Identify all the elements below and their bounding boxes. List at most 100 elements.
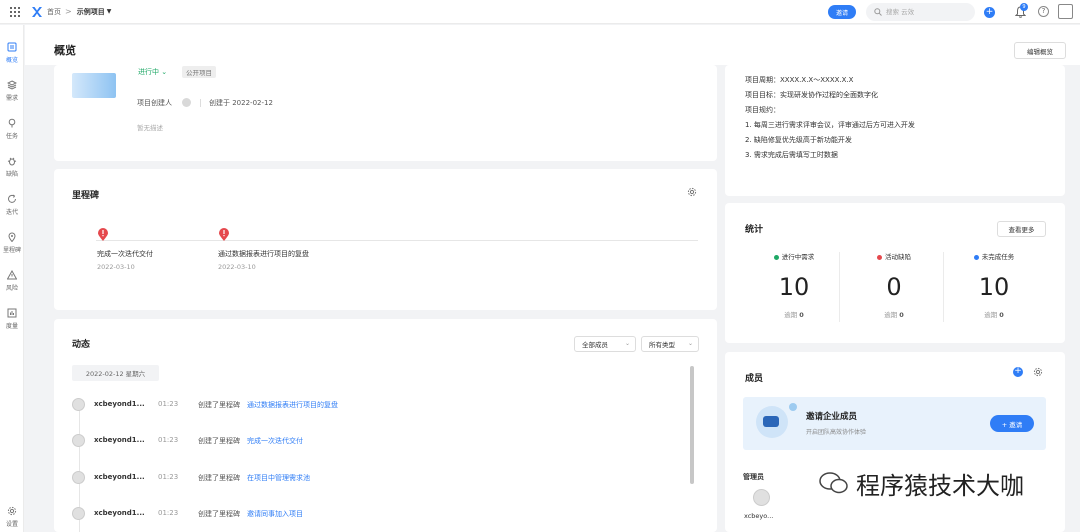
sidebar-item-label: 迭代 [5, 209, 18, 216]
activity-verb: 创建了里程碑 [198, 474, 240, 482]
invite-panel: 邀请企业成员 开启团队高效协作体验 + 邀请 [743, 397, 1046, 450]
admin-avatar[interactable] [753, 489, 770, 506]
chevron-down-icon[interactable]: ▼ [107, 8, 112, 15]
requirement-icon [773, 254, 779, 260]
divider [200, 99, 201, 107]
create-plus-icon[interactable]: + [984, 7, 995, 18]
activity-verb: 创建了里程碑 [198, 437, 240, 445]
activity-row: xcbeyond1... 01:23 创建了里程碑 在项目中管理需求池 [72, 471, 672, 485]
milestone-track [96, 240, 698, 241]
activity-user[interactable]: xcbeyond1... [94, 436, 145, 444]
chevron-down-icon: ⌄ [624, 340, 630, 347]
logo-icon[interactable] [31, 6, 43, 18]
activity-target-link[interactable]: 邀请同事加入项目 [247, 509, 303, 519]
user-avatar[interactable] [1058, 4, 1073, 19]
members-card: 成员 + 邀请企业成员 开启团队高效协作体验 + 邀请 管理员 xcbeyo..… [725, 352, 1065, 532]
stat-requirements[interactable]: 进行中需求 10 逾期 0 [738, 251, 850, 326]
member-filter-label: 全部成员 [582, 341, 608, 349]
stat-label: 未完成任务 [981, 253, 1015, 261]
milestone-name[interactable]: 完成一次迭代交付 [97, 249, 153, 259]
breadcrumb-home[interactable]: 首页 [47, 7, 61, 17]
scrollbar[interactable] [690, 366, 694, 484]
page-header [25, 25, 1080, 65]
gear-icon[interactable] [1033, 367, 1043, 377]
sidebar-item-risks[interactable]: 风险 [0, 267, 24, 301]
sidebar-item-tasks[interactable]: 任务 [0, 115, 24, 149]
activity-time: 01:23 [158, 509, 179, 517]
breadcrumb-separator: > [65, 7, 72, 16]
activity-user[interactable]: xcbeyond1... [94, 473, 145, 481]
project-description-card: 项目周期：XXXX.X.X～XXXX.X.X 项目目标：实现研发协作过程的全面数… [725, 65, 1065, 196]
location-icon [8, 232, 16, 242]
project-cover-image [72, 73, 116, 98]
activity-time: 01:23 [158, 436, 179, 444]
stat-label: 活动缺陷 [885, 253, 911, 261]
notification-badge: 9 [1020, 3, 1028, 11]
milestone-marker-icon[interactable] [98, 228, 108, 241]
apps-grid-icon[interactable] [9, 6, 21, 18]
search-box[interactable] [866, 3, 975, 21]
type-filter-dropdown[interactable]: 所有类型 ⌄ [641, 336, 699, 352]
project-description: 暂无描述 [137, 124, 163, 132]
edit-overview-button[interactable]: 编辑概览 [1014, 42, 1066, 59]
help-icon[interactable]: ? [1038, 6, 1049, 17]
invite-illustration-icon [756, 403, 797, 438]
sidebar-item-metrics[interactable]: 度量 [0, 305, 24, 339]
add-member-icon[interactable]: + [1013, 367, 1023, 377]
activity-target-link[interactable]: 在项目中管理需求池 [247, 473, 310, 483]
sidebar-item-label: 概览 [5, 57, 18, 64]
sidebar-item-label: 度量 [5, 323, 18, 330]
invite-subtitle: 开启团队高效协作体验 [806, 429, 867, 436]
description-line: 3. 需求完成后需填写工时数据 [745, 151, 838, 159]
pin-icon [8, 118, 16, 128]
breadcrumb-project[interactable]: 示例项目 [77, 7, 105, 17]
milestone-marker-icon[interactable] [219, 228, 229, 241]
activity-verb: 创建了里程碑 [198, 510, 240, 518]
sidebar-item-overview[interactable]: 概览 [0, 39, 24, 73]
sidebar-item-defects[interactable]: 缺陷 [0, 153, 24, 187]
chart-icon [7, 308, 17, 318]
status-dropdown[interactable]: 进行中 ⌄ [138, 67, 167, 77]
creator-avatar [182, 98, 191, 107]
activity-verb: 创建了里程碑 [198, 401, 240, 409]
sidebar: 概览 需求 任务 缺陷 迭代 里程碑 风险 度量 设置 [0, 25, 24, 532]
stat-value: 10 [978, 273, 1010, 301]
task-icon [973, 254, 979, 260]
description-line: 项目目标：实现研发协作过程的全面数字化 [745, 91, 878, 99]
activity-target-link[interactable]: 通过数据报表进行项目的复盘 [247, 400, 338, 410]
activity-target-link[interactable]: 完成一次迭代交付 [247, 436, 303, 446]
milestones-card: 里程碑 完成一次迭代交付 2022-03-10 通过数据报表进行项目的复盘 20… [54, 169, 717, 310]
invite-button[interactable]: 邀请 [828, 5, 856, 19]
gear-icon [7, 506, 17, 516]
activity-user[interactable]: xcbeyond1... [94, 400, 145, 408]
invite-members-button[interactable]: + 邀请 [990, 415, 1034, 432]
bug-icon [877, 254, 882, 260]
overdue-label: 逾期 [784, 311, 798, 319]
gear-icon[interactable] [687, 187, 697, 197]
search-input[interactable] [886, 8, 966, 16]
chevron-down-icon: ⌄ [687, 340, 693, 347]
sidebar-item-iterations[interactable]: 迭代 [0, 191, 24, 225]
creator-label: 项目创建人 [137, 99, 172, 107]
sidebar-item-settings[interactable]: 设置 [0, 503, 24, 532]
overdue-label: 逾期 [984, 311, 998, 319]
statistics-card: 统计 查看更多 进行中需求 10 逾期 0 活动缺陷 0 逾期 0 未完成任务 … [725, 203, 1065, 343]
activity-row: xcbeyond1... 01:23 创建了里程碑 邀请同事加入项目 [72, 507, 672, 521]
sidebar-item-requirements[interactable]: 需求 [0, 77, 24, 111]
milestone-name[interactable]: 通过数据报表进行项目的复盘 [218, 249, 309, 259]
sidebar-item-label: 缺陷 [5, 171, 18, 178]
member-filter-dropdown[interactable]: 全部成员 ⌄ [574, 336, 636, 352]
stat-tasks[interactable]: 未完成任务 10 逾期 0 [938, 251, 1050, 326]
description-line: 项目规约： [745, 106, 780, 114]
view-more-button[interactable]: 查看更多 [997, 221, 1046, 237]
activity-user[interactable]: xcbeyond1... [94, 509, 145, 517]
invite-title: 邀请企业成员 [806, 412, 858, 422]
user-avatar [72, 434, 85, 447]
activity-row: xcbeyond1... 01:23 创建了里程碑 完成一次迭代交付 [72, 434, 672, 448]
activity-row: xcbeyond1... 01:23 创建了里程碑 通过数据报表进行项目的复盘 [72, 398, 672, 412]
sidebar-item-milestones[interactable]: 里程碑 [0, 229, 24, 263]
activity-time: 01:23 [158, 400, 179, 408]
admin-name: xcbeyo... [744, 512, 774, 520]
stat-defects[interactable]: 活动缺陷 0 逾期 0 [838, 251, 950, 326]
wechat-icon [819, 472, 848, 494]
